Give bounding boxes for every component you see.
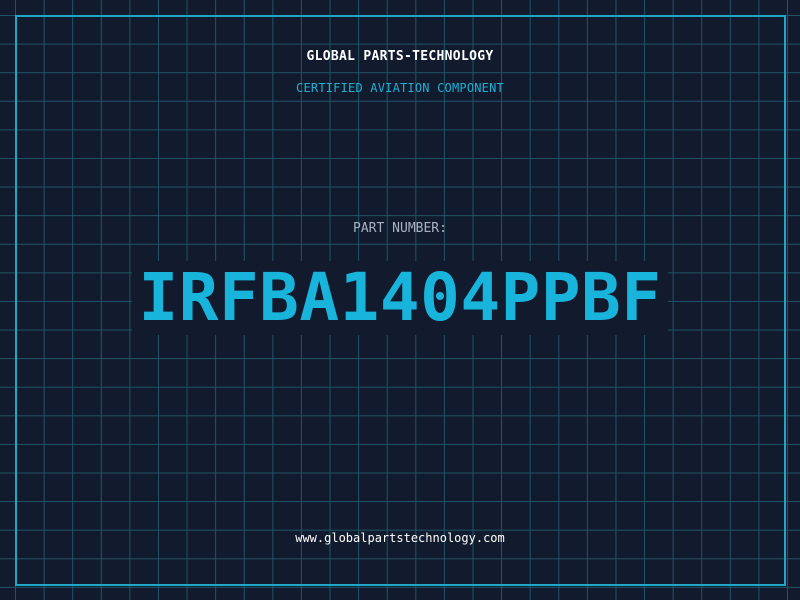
part-number: IRFBA1404PPBF: [132, 261, 668, 335]
part-card: GLOBAL PARTS-TECHNOLOGY CERTIFIED AVIATI…: [0, 0, 800, 600]
tagline: CERTIFIED AVIATION COMPONENT: [296, 81, 504, 95]
part-number-label: PART NUMBER:: [353, 221, 447, 236]
website-url: www.globalpartstechnology.com: [295, 531, 505, 545]
brand-name: GLOBAL PARTS-TECHNOLOGY: [306, 49, 494, 64]
part-number-container: IRFBA1404PPBF: [0, 261, 800, 335]
